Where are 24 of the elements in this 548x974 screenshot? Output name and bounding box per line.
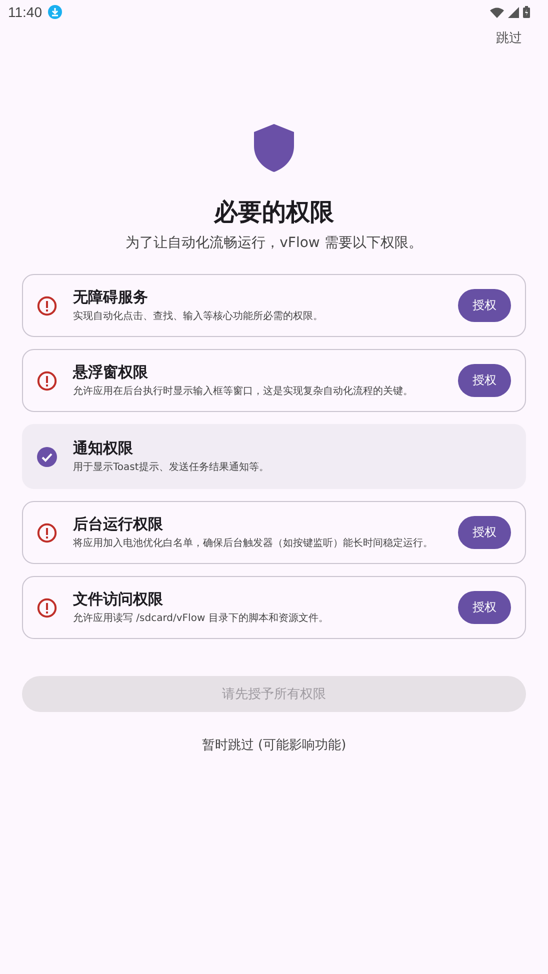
permission-title: 文件访问权限 [73, 590, 164, 608]
permission-description: 允许应用在后台执行时显示输入框等窗口，这是实现复杂自动化流程的关键。 [73, 384, 414, 398]
grant-button[interactable]: 授权 [458, 516, 511, 549]
grant-button[interactable]: 授权 [458, 364, 511, 397]
permission-description: 实现自动化点击、查找、输入等核心功能所必需的权限。 [73, 310, 324, 324]
grant-button[interactable]: 授权 [458, 289, 511, 322]
skip-link[interactable]: 暂时跳过 (可能影响功能) [202, 736, 346, 754]
permission-description: 允许应用读写 /sdcard/vFlow 目录下的脚本和资源文件。 [73, 612, 330, 626]
permission-title: 后台运行权限 [73, 514, 164, 534]
permission-description: 用于显示Toast提示、发送任务结果通知等。 [73, 460, 270, 474]
permission-description: 将应用加入电池优化白名单，确保后台触发器（如按键监听）能长时间稳定运行。 [73, 536, 434, 550]
signal-icon [508, 6, 519, 18]
permission-title: 通知权限 [73, 438, 134, 458]
grant-button[interactable]: 授权 [458, 591, 511, 624]
page-subtitle: 为了让自动化流畅运行，vFlow 需要以下权限。 [126, 234, 422, 252]
skip-button[interactable]: 跳过 [496, 26, 522, 50]
wifi-icon [490, 6, 504, 18]
page-title: 必要的权限 [214, 197, 334, 228]
permission-title: 悬浮窗权限 [73, 362, 149, 382]
permission-title: 无障碍服务 [73, 288, 149, 306]
download-icon [48, 5, 62, 19]
battery-icon [523, 6, 530, 18]
shield-icon [254, 124, 294, 172]
status-time: 11:40 [8, 4, 42, 20]
